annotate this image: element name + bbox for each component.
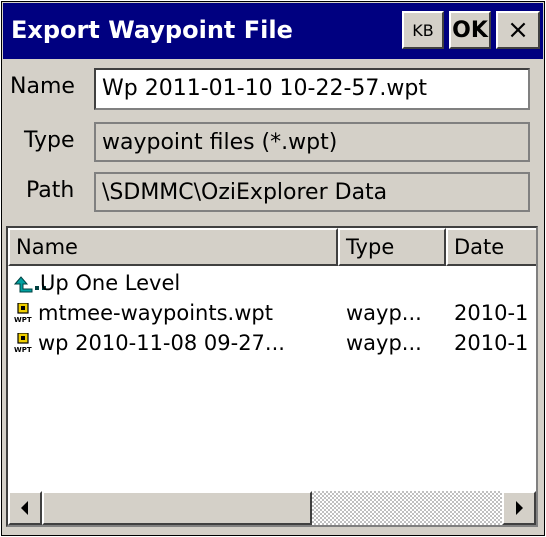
path-label: Path xyxy=(26,178,75,203)
svg-text:WPT: WPT xyxy=(14,346,32,353)
list-item-name: Up One Level xyxy=(40,271,181,295)
name-label: Name xyxy=(10,74,75,99)
list-item-file[interactable]: WPT mtmee-waypoints.wpt wayp... 2010-1 xyxy=(8,298,536,328)
scroll-right-button[interactable] xyxy=(502,491,536,525)
list-item-file[interactable]: WPT wp 2010-11-08 09-27... wayp... 2010-… xyxy=(8,328,536,358)
list-item-date: 2010-1 xyxy=(454,331,529,355)
scroll-left-button[interactable] xyxy=(8,491,42,525)
keyboard-button[interactable]: KB xyxy=(402,11,444,49)
list-item-name: wp 2010-11-08 09-27... xyxy=(38,331,285,355)
list-item-type: wayp... xyxy=(346,331,422,355)
name-input[interactable]: Wp 2011-01-10 10-22-57.wpt xyxy=(94,68,530,110)
arrow-right-icon xyxy=(516,501,523,515)
close-button[interactable]: × xyxy=(496,11,540,49)
list-item-type: wayp... xyxy=(346,301,422,325)
path-field: \SDMMC\OziExplorer Data xyxy=(94,172,530,212)
column-header-name[interactable]: Name xyxy=(8,228,338,266)
list-item-name: mtmee-waypoints.wpt xyxy=(38,301,273,325)
type-field: waypoint files (*.wpt) xyxy=(94,122,530,162)
title-bar: Export Waypoint File KB OK × xyxy=(3,3,543,59)
scrollbar-thumb[interactable] xyxy=(42,491,312,525)
list-item-date: 2010-1 xyxy=(454,301,529,325)
list-item-up-one-level[interactable]: Up One Level xyxy=(8,268,536,298)
svg-text:WPT: WPT xyxy=(14,316,32,323)
type-label: Type xyxy=(24,128,75,153)
arrow-left-icon xyxy=(21,501,28,515)
column-header-type[interactable]: Type xyxy=(338,228,446,266)
window-title: Export Waypoint File xyxy=(11,16,293,44)
ok-button[interactable]: OK xyxy=(449,11,491,49)
horizontal-scrollbar[interactable] xyxy=(8,491,536,525)
wpt-file-icon: WPT xyxy=(14,333,32,353)
wpt-file-icon: WPT xyxy=(14,303,32,323)
file-list[interactable]: Name Type Date Up One Level WPT mtmee-wa… xyxy=(6,226,538,527)
column-header-date[interactable]: Date xyxy=(446,228,536,266)
